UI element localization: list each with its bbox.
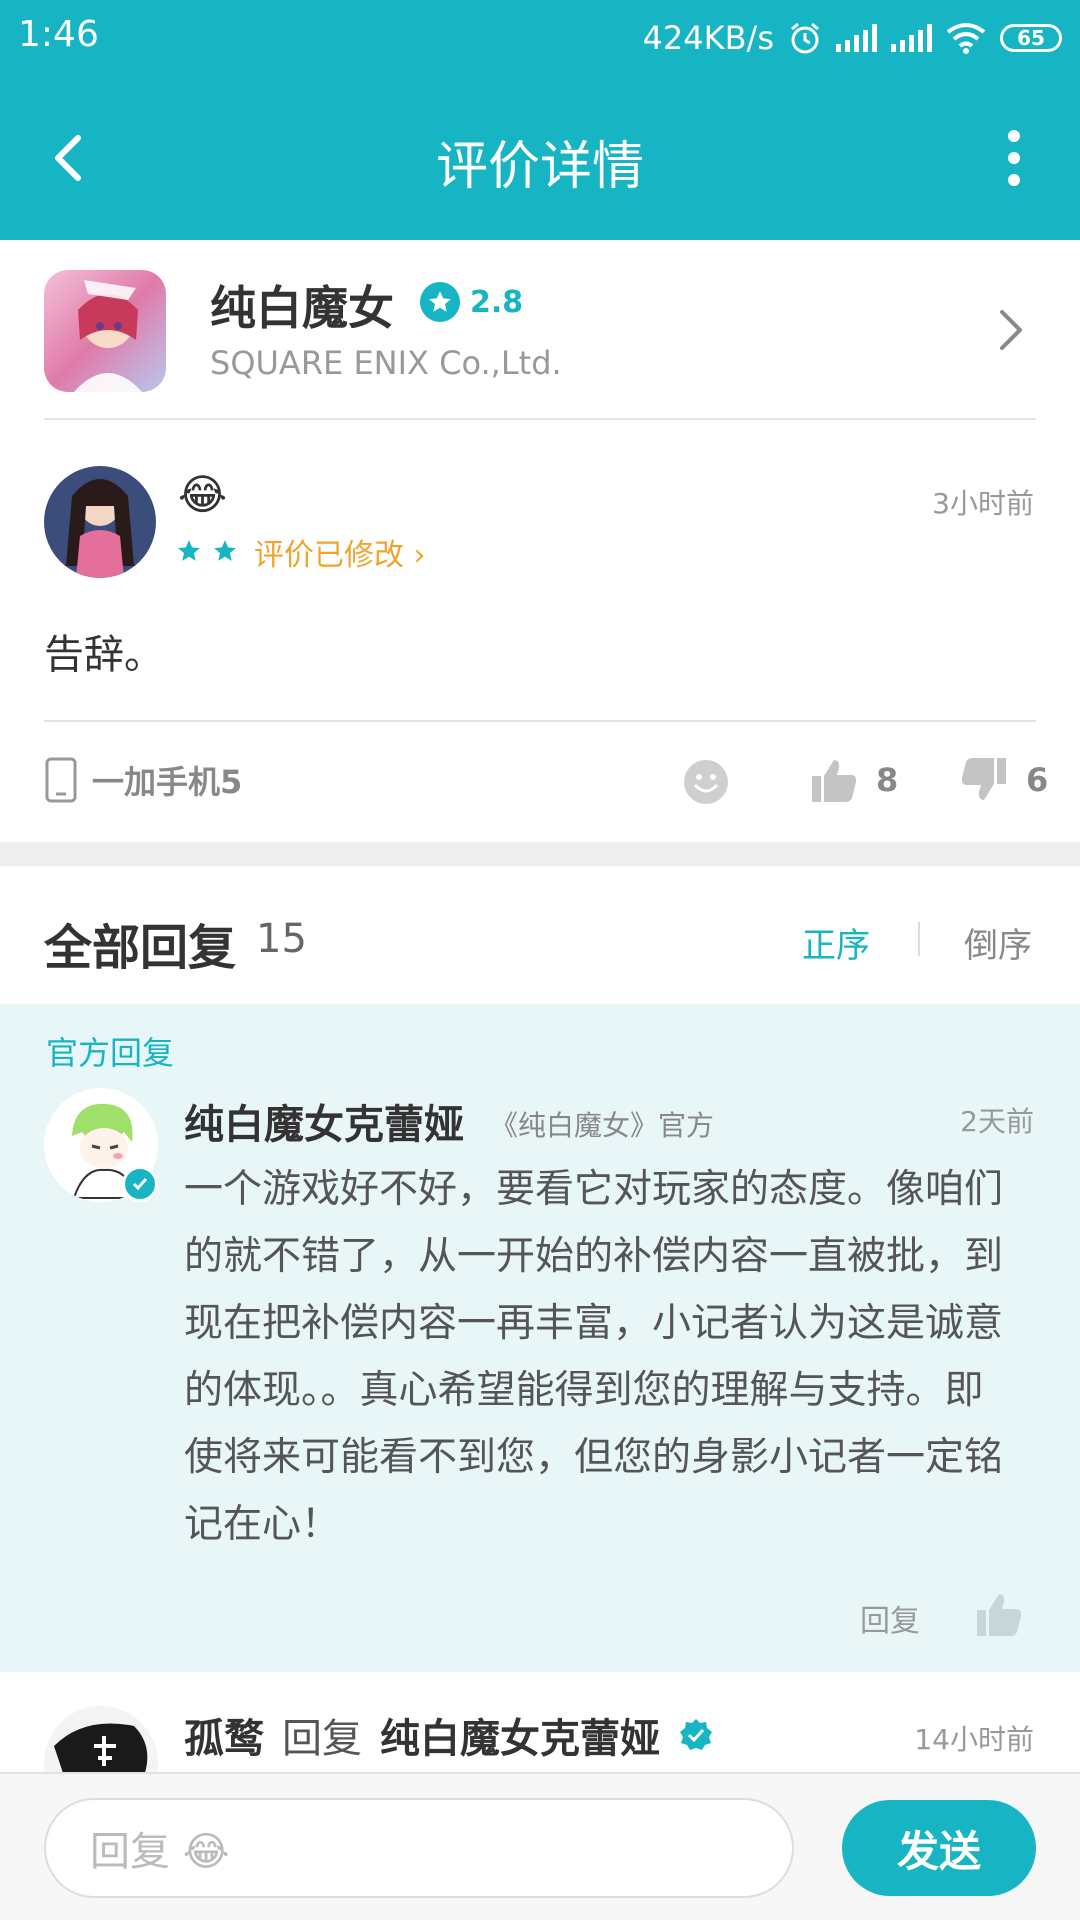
chevron-right-icon[interactable] — [992, 306, 1028, 354]
reply-author[interactable]: 孤鹜 — [184, 1706, 264, 1764]
official-reply-author[interactable]: 纯白魔女克蕾娅 — [184, 1092, 464, 1150]
header: 评价详情 — [0, 76, 1080, 240]
chevron-right-icon: › — [413, 538, 426, 573]
like-button[interactable]: 8 — [810, 756, 898, 804]
review-edited-link[interactable]: 评价已修改 › — [254, 530, 426, 574]
device-name: 一加手机5 — [92, 763, 243, 801]
dislike-count: 6 — [1026, 761, 1049, 799]
app-developer: SQUARE ENIX Co.,Ltd. — [210, 344, 562, 382]
thumbs-down-icon — [961, 758, 1006, 800]
verified-badge-icon — [122, 1166, 158, 1202]
app-card[interactable]: 纯白魔女 2.8 SQUARE ENIX Co.,Ltd. — [0, 240, 1080, 420]
official-reply: 官方回复 纯白魔女克蕾娅 《纯白魔女》官方 2天前 一个游戏好不好，要看它对玩家… — [0, 1004, 1080, 1672]
device-info: 一加手机5 — [44, 756, 242, 804]
divider — [44, 720, 1036, 722]
replies-count: 15 — [256, 916, 307, 962]
alarm-icon — [791, 22, 819, 54]
review-emoji: 😂 — [178, 470, 228, 519]
star-icon — [420, 282, 460, 322]
reply-time: 14小时前 — [914, 1723, 1034, 1756]
app-rating: 2.8 — [470, 284, 524, 320]
section-separator — [0, 842, 1080, 866]
page-title: 评价详情 — [435, 137, 644, 197]
thumbs-up-icon — [812, 760, 857, 802]
wifi-icon — [946, 23, 986, 54]
star-icon — [214, 540, 236, 561]
signal-icon — [891, 24, 932, 52]
more-vertical-icon[interactable] — [1004, 128, 1024, 188]
review-stars — [176, 538, 238, 564]
status-icons: 424KB/s 65 — [643, 14, 1062, 62]
dislike-button[interactable]: 6 — [960, 756, 1048, 804]
official-reply-time: 2天前 — [960, 1105, 1034, 1138]
reply-input-bar: 回复 😂 发送 — [0, 1772, 1080, 1920]
reply-input[interactable]: 回复 😂 — [44, 1798, 794, 1898]
reply-verb: 回复 — [282, 1716, 362, 1762]
replies-title: 全部回复 — [44, 920, 237, 976]
status-bar: 1:46 424KB/s 65 — [0, 0, 1080, 76]
review-text: 告辞。 — [44, 632, 164, 678]
emoji-react-icon[interactable] — [682, 758, 730, 806]
sort-descending-tab[interactable]: 倒序 — [964, 918, 1032, 967]
official-reply-text: 一个游戏好不好，要看它对玩家的态度。像咱们的就不错了，从一开始的补偿内容一直被批… — [184, 1167, 1004, 1547]
thumbs-up-icon[interactable] — [974, 1590, 1024, 1638]
star-icon — [178, 540, 200, 561]
reply-header: 孤鹜 回复 纯白魔女克蕾娅 — [184, 1706, 714, 1764]
app-icon — [44, 270, 166, 392]
network-speed: 424KB/s — [642, 19, 774, 57]
sort-ascending-tab[interactable]: 正序 — [802, 918, 870, 967]
battery-icon: 65 — [1000, 24, 1062, 52]
divider — [44, 418, 1036, 420]
status-time: 1:46 — [18, 14, 99, 55]
verified-badge-icon — [680, 1719, 712, 1750]
divider — [918, 922, 920, 956]
app-name: 纯白魔女 — [210, 281, 394, 335]
avatar[interactable] — [44, 1706, 158, 1772]
avatar[interactable] — [44, 466, 156, 578]
official-reply-subtitle: 《纯白魔女》官方 — [490, 1109, 715, 1142]
send-button[interactable]: 发送 — [842, 1800, 1036, 1896]
reply-item: 孤鹜 回复 纯白魔女克蕾娅 14小时前 — [0, 1672, 1080, 1772]
review-time: 3小时前 — [932, 487, 1034, 520]
phone-icon — [45, 757, 77, 803]
like-count: 8 — [876, 761, 899, 799]
official-reply-tag: 官方回复 — [46, 1034, 175, 1072]
signal-icon — [836, 24, 877, 52]
rating-badge: 2.8 — [420, 282, 523, 322]
reply-button[interactable]: 回复 — [860, 1596, 920, 1640]
review-edited-label: 评价已修改 — [254, 538, 404, 573]
reply-target[interactable]: 纯白魔女克蕾娅 — [380, 1706, 660, 1764]
